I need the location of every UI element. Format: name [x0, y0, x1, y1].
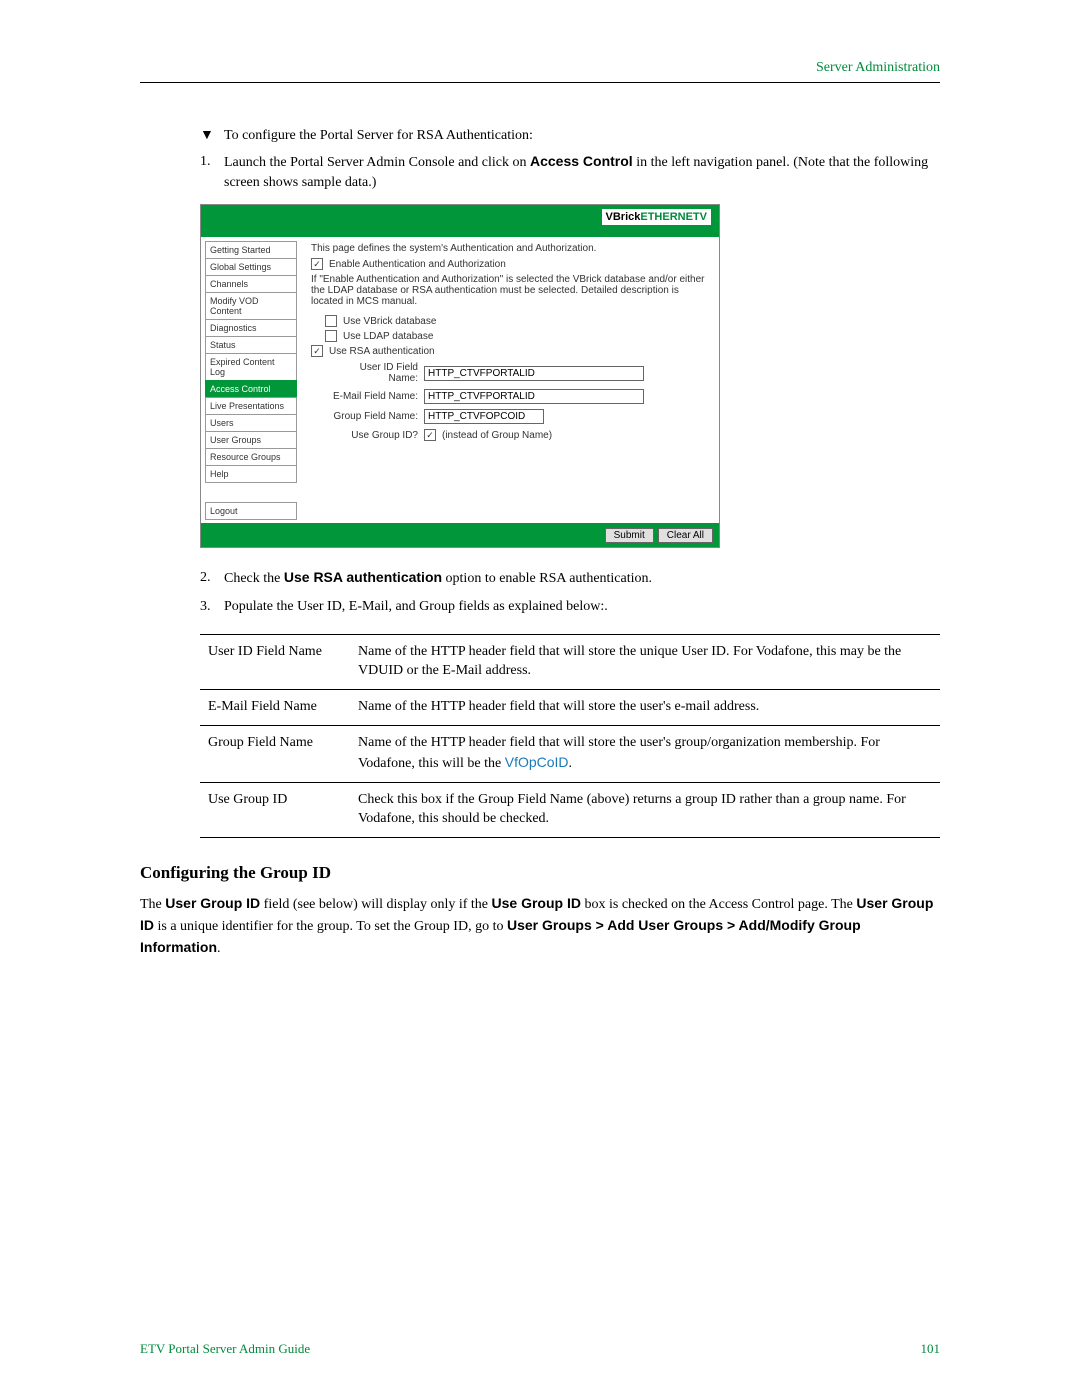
label-userid: User ID Field Name: — [329, 362, 424, 384]
nav-item[interactable]: Live Presentations — [205, 397, 297, 415]
task-heading: ▼ To configure the Portal Server for RSA… — [200, 128, 940, 144]
instead-label: (instead of Group Name) — [442, 430, 552, 441]
nav-item[interactable]: Modify VOD Content — [205, 292, 297, 320]
section-heading: Configuring the Group ID — [140, 863, 940, 883]
checkbox-label: Use RSA authentication — [329, 346, 435, 357]
task-heading-text: To configure the Portal Server for RSA A… — [224, 128, 533, 144]
step-1: 1. Launch the Portal Server Admin Consol… — [200, 152, 940, 192]
table-key: User ID Field Name — [200, 635, 350, 690]
intro-text: This page defines the system's Authentic… — [311, 243, 709, 254]
label-group: Group Field Name: — [329, 411, 424, 422]
table-val: Name of the HTTP header field that will … — [350, 726, 940, 783]
nav-item-logout[interactable]: Logout — [205, 502, 297, 520]
header-rule — [140, 82, 940, 83]
checkbox-label: Use VBrick database — [343, 316, 436, 327]
nav-item[interactable]: Global Settings — [205, 258, 297, 276]
table-row: Group Field Name Name of the HTTP header… — [200, 726, 940, 783]
step-bold: Access Control — [530, 153, 633, 169]
checkbox-label: Use LDAP database — [343, 331, 433, 342]
step-text: option to enable RSA authentication. — [442, 571, 652, 586]
table-key: Use Group ID — [200, 782, 350, 837]
nav-item[interactable]: Channels — [205, 275, 297, 293]
clear-all-button[interactable]: Clear All — [658, 528, 713, 543]
nav-item[interactable]: Diagnostics — [205, 319, 297, 337]
table-val: Name of the HTTP header field that will … — [350, 635, 940, 690]
table-val: Name of the HTTP header field that will … — [350, 690, 940, 726]
step-3: 3. Populate the User ID, E-Mail, and Gro… — [200, 597, 940, 617]
code-vfopcoid: VfOpCoID — [505, 754, 569, 770]
checkbox-enable-auth[interactable] — [311, 258, 323, 270]
nav-item[interactable]: Resource Groups — [205, 448, 297, 466]
table-row: E-Mail Field Name Name of the HTTP heade… — [200, 690, 940, 726]
nav-item-access-control[interactable]: Access Control — [205, 380, 297, 398]
table-key: E-Mail Field Name — [200, 690, 350, 726]
shot-topbar: VBrickETHERNETV — [201, 205, 719, 237]
fields-table: User ID Field Name Name of the HTTP head… — [200, 634, 940, 837]
checkbox-rsa[interactable] — [311, 345, 323, 357]
footer-title: ETV Portal Server Admin Guide — [140, 1341, 310, 1357]
table-val: Check this box if the Group Field Name (… — [350, 782, 940, 837]
page-footer: ETV Portal Server Admin Guide 101 — [140, 1341, 940, 1357]
submit-button[interactable]: Submit — [605, 528, 654, 543]
section-paragraph: The User Group ID field (see below) will… — [140, 893, 940, 960]
triangle-icon: ▼ — [200, 128, 224, 144]
nav-item[interactable]: Getting Started — [205, 241, 297, 259]
shot-main: This page defines the system's Authentic… — [301, 237, 719, 523]
input-userid[interactable] — [424, 366, 644, 381]
step-text: Check the — [224, 571, 284, 586]
input-email[interactable] — [424, 389, 644, 404]
step-num: 3. — [200, 597, 224, 617]
nav-item[interactable]: Expired Content Log — [205, 353, 297, 381]
shot-sidebar: Getting Started Global Settings Channels… — [201, 237, 301, 523]
screenshot: VBrickETHERNETV Getting Started Global S… — [200, 204, 720, 548]
note-text: If "Enable Authentication and Authorizat… — [311, 274, 709, 307]
vbrick-logo: VBrickETHERNETV — [602, 209, 711, 225]
step-text: Launch the Portal Server Admin Console a… — [224, 155, 530, 170]
label-email: E-Mail Field Name: — [329, 391, 424, 402]
checkbox-ldap[interactable] — [325, 330, 337, 342]
nav-item[interactable]: Help — [205, 465, 297, 483]
step-bold: Use RSA authentication — [284, 569, 442, 585]
nav-item[interactable]: Users — [205, 414, 297, 432]
step-text: Populate the User ID, E-Mail, and Group … — [224, 599, 608, 614]
step-num: 1. — [200, 152, 224, 192]
nav-item[interactable]: User Groups — [205, 431, 297, 449]
step-2: 2. Check the Use RSA authentication opti… — [200, 568, 940, 589]
table-row: Use Group ID Check this box if the Group… — [200, 782, 940, 837]
checkbox-vbrick[interactable] — [325, 315, 337, 327]
input-group[interactable] — [424, 409, 544, 424]
checkbox-label: Enable Authentication and Authorization — [329, 259, 506, 270]
label-use-group-id: Use Group ID? — [329, 430, 424, 441]
page-number: 101 — [921, 1341, 941, 1357]
shot-footer: Submit Clear All — [201, 523, 719, 547]
header-section: Server Administration — [140, 60, 940, 82]
checkbox-use-group-id[interactable] — [424, 429, 436, 441]
nav-item[interactable]: Status — [205, 336, 297, 354]
step-num: 2. — [200, 568, 224, 589]
table-row: User ID Field Name Name of the HTTP head… — [200, 635, 940, 690]
table-key: Group Field Name — [200, 726, 350, 783]
